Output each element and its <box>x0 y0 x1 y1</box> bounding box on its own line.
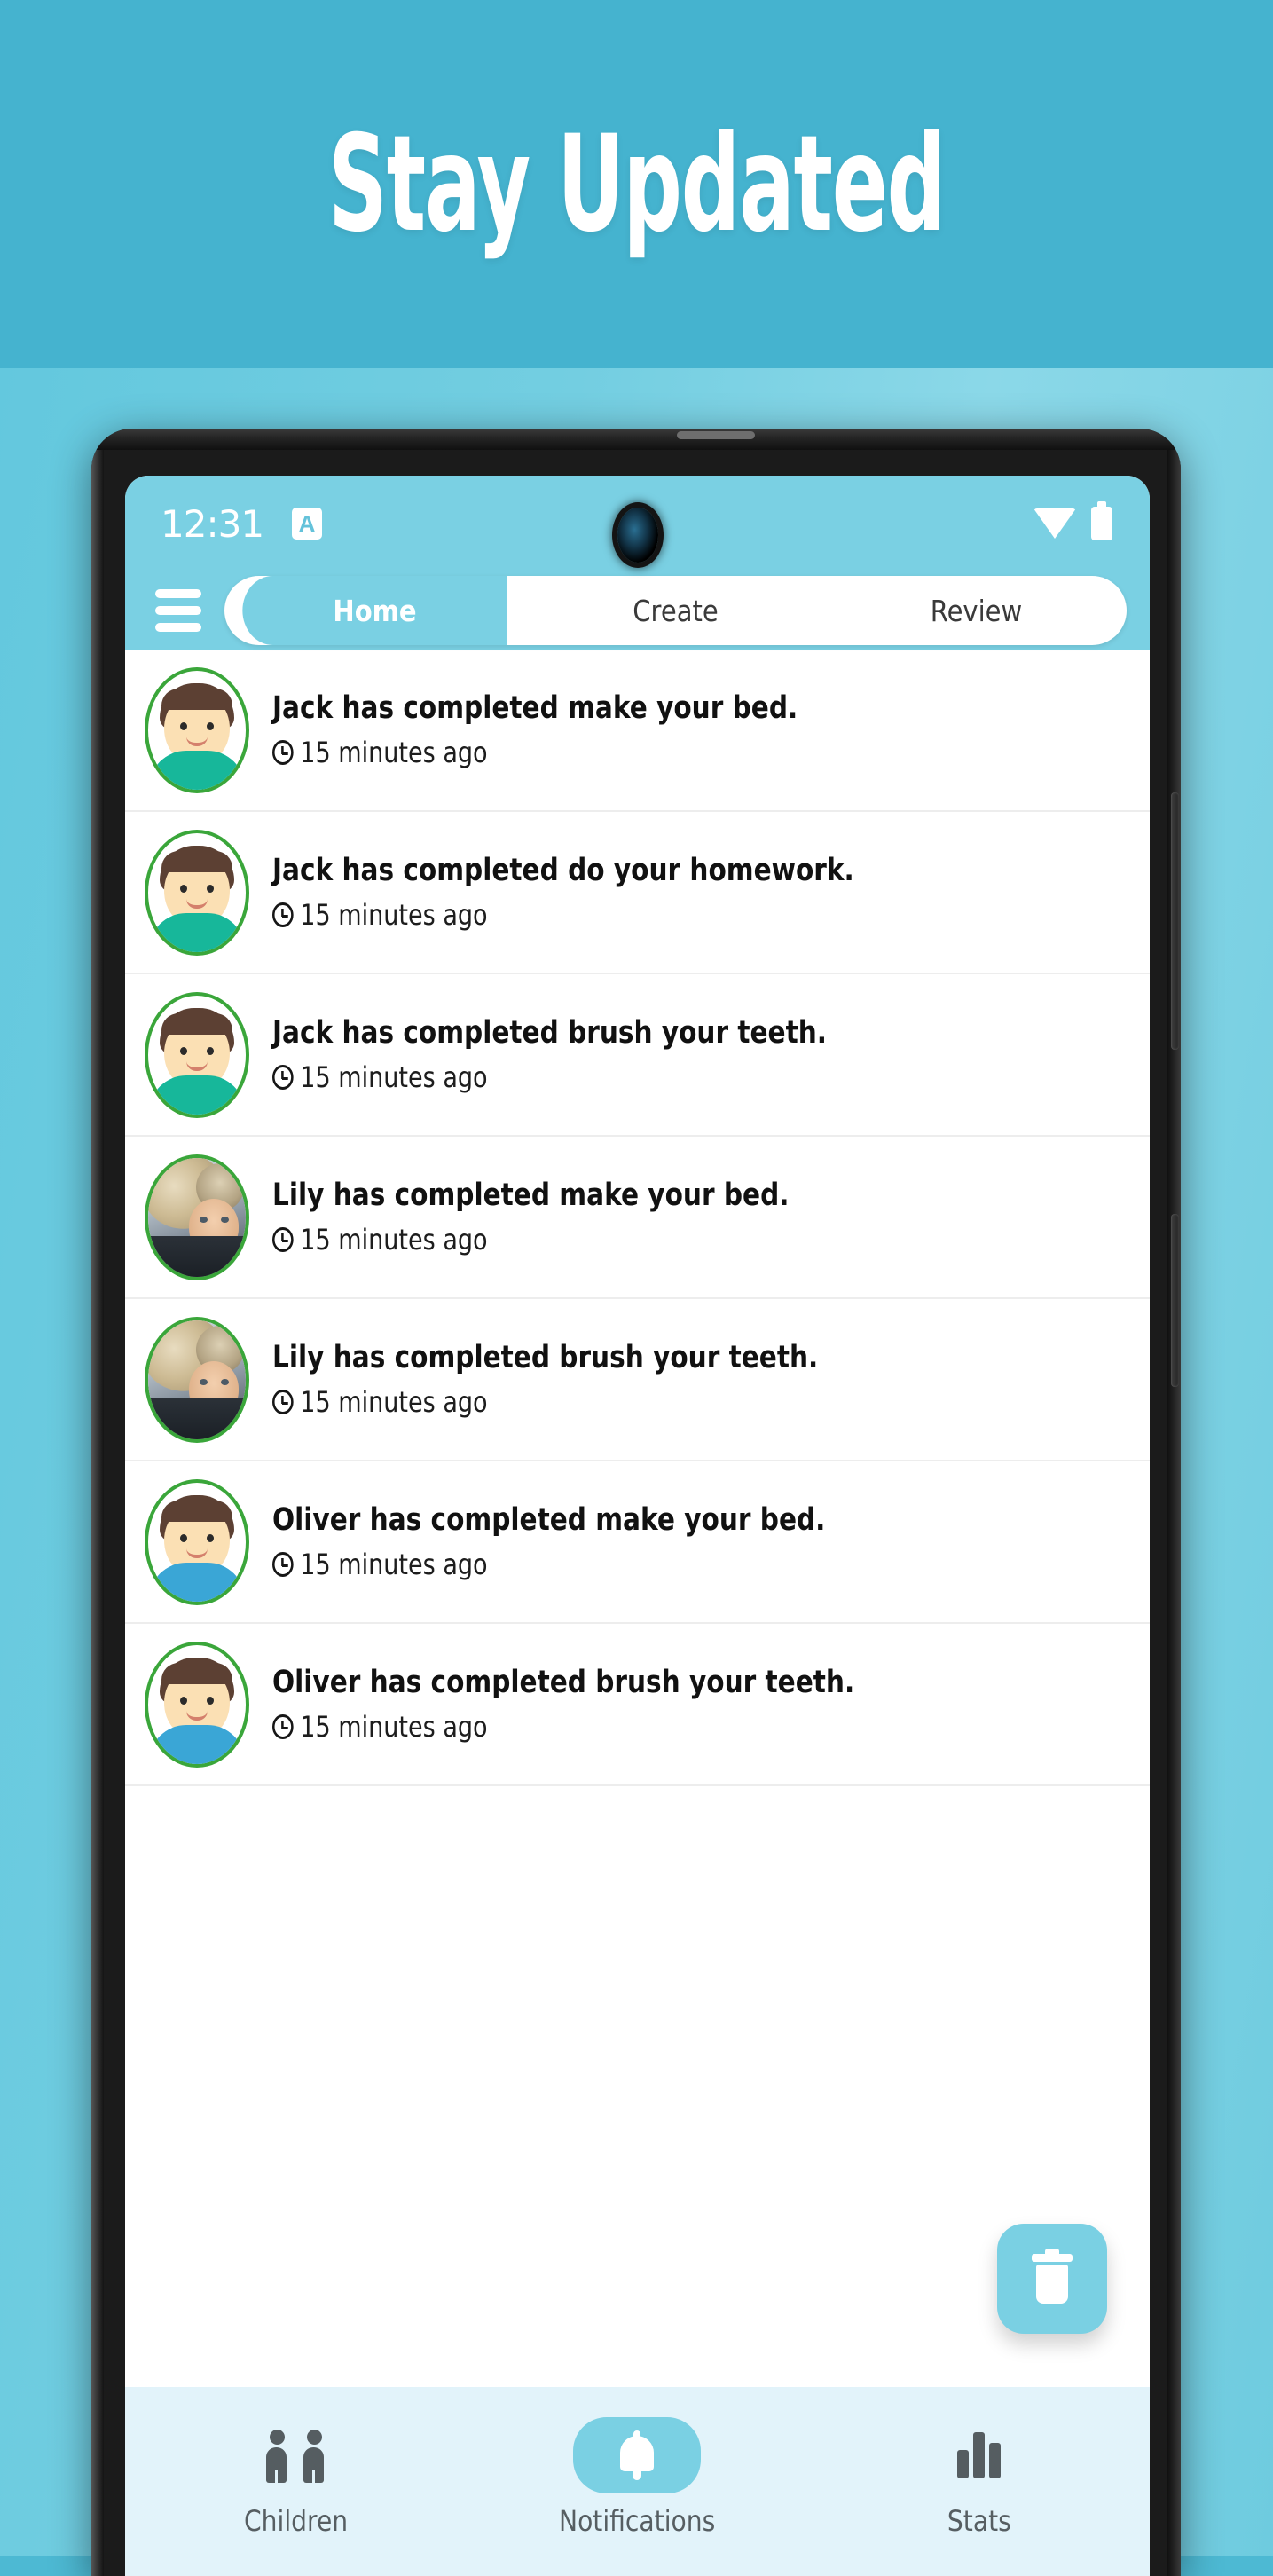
nav-label-notifications: Notifications <box>559 2504 716 2538</box>
nav-label-children: Children <box>243 2504 349 2538</box>
avatar <box>145 991 249 1118</box>
phone-right-bezel <box>1167 429 1181 2576</box>
bell-icon <box>617 2430 657 2480</box>
notification-meta: 15 minutes ago <box>272 1548 993 1581</box>
notification-time: 15 minutes ago <box>300 898 488 933</box>
notification-title: Oliver has completed brush your teeth. <box>272 1664 855 1700</box>
earpiece-speaker <box>677 431 755 439</box>
wifi-icon <box>1033 508 1076 539</box>
power-button[interactable] <box>1171 1214 1179 1387</box>
notification-row[interactable]: Oliver has completed make your bed. 15 m… <box>125 1461 1150 1624</box>
delete-fab-button[interactable] <box>997 2224 1107 2334</box>
notification-row[interactable]: Oliver has completed brush your teeth. 1… <box>125 1624 1150 1786</box>
hamburger-bar <box>155 623 201 632</box>
avatar <box>145 1316 249 1443</box>
bell-icon-wrap <box>573 2417 702 2493</box>
hamburger-bar <box>155 606 201 615</box>
avatar <box>145 666 249 793</box>
notification-meta: 15 minutes ago <box>272 898 993 932</box>
notification-time: 15 minutes ago <box>300 736 488 770</box>
trash-icon <box>1032 2249 1073 2304</box>
notification-list: Jack has completed make your bed. 15 min… <box>125 650 1150 1786</box>
nav-item-notifications[interactable]: Notifications <box>468 2417 806 2538</box>
promo-headline: Stay Updated <box>328 106 946 262</box>
app-badge-icon: A <box>292 508 323 540</box>
notification-title: Jack has completed make your bed. <box>272 689 798 726</box>
notification-row[interactable]: Jack has completed do your homework. 15 … <box>125 812 1150 974</box>
notification-meta: 15 minutes ago <box>272 1710 993 1744</box>
status-clock: 12:31 <box>161 501 264 546</box>
children-icon-wrap <box>266 2417 325 2493</box>
volume-rocker-button[interactable] <box>1171 792 1179 1050</box>
notification-text: Oliver has completed make your bed. 15 m… <box>272 1502 1125 1581</box>
clock-icon <box>272 1714 294 1740</box>
notification-row[interactable]: Lily has completed brush your teeth. 15 … <box>125 1299 1150 1461</box>
status-indicators <box>1033 501 1112 540</box>
notification-time: 15 minutes ago <box>300 1710 488 1745</box>
battery-full-icon <box>1091 501 1112 540</box>
bottom-navigation-bar: Children Notifications Stats <box>125 2387 1150 2576</box>
notification-row[interactable]: Jack has completed brush your teeth. 15 … <box>125 974 1150 1137</box>
phone-screen: 12:31 A Home Create Review Jack has comp… <box>125 476 1150 2576</box>
notification-meta: 15 minutes ago <box>272 1223 993 1256</box>
clock-icon <box>272 740 294 766</box>
phone-top-bezel <box>91 429 1181 450</box>
clock-icon <box>272 1227 294 1253</box>
nav-item-children[interactable]: Children <box>127 2417 465 2538</box>
bar-chart-icon <box>956 2432 1001 2478</box>
phone-device-mockup: 12:31 A Home Create Review Jack has comp… <box>91 429 1181 2576</box>
app-bar: Home Create Review <box>125 571 1150 650</box>
notification-title: Jack has completed brush your teeth. <box>272 1014 828 1051</box>
notification-meta: 15 minutes ago <box>272 1385 993 1419</box>
clock-icon <box>272 1065 294 1091</box>
notification-title: Oliver has completed make your bed. <box>272 1501 826 1538</box>
notification-text: Jack has completed make your bed. 15 min… <box>272 690 1125 769</box>
notification-time: 15 minutes ago <box>300 1385 488 1420</box>
notification-time: 15 minutes ago <box>300 1548 488 1582</box>
notification-title: Lily has completed brush your teeth. <box>272 1339 819 1375</box>
nav-item-stats[interactable]: Stats <box>810 2417 1148 2538</box>
clock-icon <box>272 1552 294 1578</box>
avatar <box>145 829 249 956</box>
notification-time: 15 minutes ago <box>300 1060 488 1095</box>
nav-label-stats: Stats <box>947 2504 1011 2538</box>
tab-home[interactable]: Home <box>242 576 507 645</box>
tab-review[interactable]: Review <box>844 576 1108 645</box>
notification-row[interactable]: Jack has completed make your bed. 15 min… <box>125 650 1150 812</box>
tab-bar: Home Create Review <box>224 576 1127 645</box>
notification-meta: 15 minutes ago <box>272 736 993 769</box>
notification-title: Lily has completed make your bed. <box>272 1177 790 1213</box>
notification-row[interactable]: Lily has completed make your bed. 15 min… <box>125 1137 1150 1299</box>
avatar <box>145 1641 249 1768</box>
notification-meta: 15 minutes ago <box>272 1060 993 1094</box>
hamburger-menu-icon[interactable] <box>155 589 201 632</box>
avatar <box>145 1478 249 1605</box>
status-bar: 12:31 A <box>125 476 1150 571</box>
phone-left-bezel <box>91 429 104 2576</box>
clock-icon <box>272 902 294 928</box>
tab-create[interactable]: Create <box>543 576 807 645</box>
notification-text: Jack has completed brush your teeth. 15 … <box>272 1015 1125 1094</box>
clock-icon <box>272 1390 294 1415</box>
notification-title: Jack has completed do your homework. <box>272 852 854 888</box>
notification-time: 15 minutes ago <box>300 1223 488 1257</box>
notification-text: Lily has completed brush your teeth. 15 … <box>272 1340 1125 1419</box>
bar-chart-icon-wrap <box>956 2417 1001 2493</box>
children-icon <box>266 2428 325 2483</box>
avatar <box>145 1154 249 1280</box>
notification-text: Jack has completed do your homework. 15 … <box>272 853 1125 932</box>
front-camera-punch-hole-icon <box>617 508 658 563</box>
notification-text: Oliver has completed brush your teeth. 1… <box>272 1665 1125 1744</box>
notification-text: Lily has completed make your bed. 15 min… <box>272 1178 1125 1256</box>
hamburger-bar <box>155 589 201 598</box>
promo-banner: Stay Updated <box>0 0 1273 368</box>
